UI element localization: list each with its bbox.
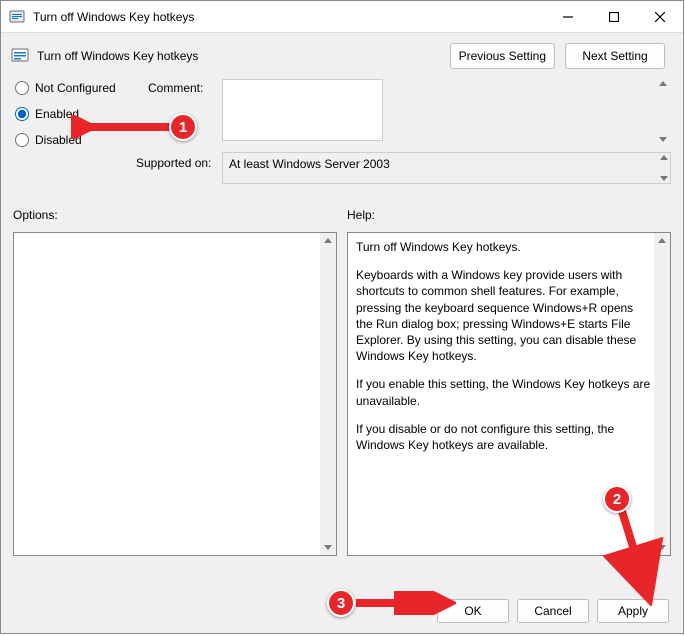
config-area: Not Configured Enabled Disabled Comment:…	[1, 79, 683, 200]
nav-buttons: Previous Setting Next Setting	[450, 43, 665, 69]
ok-button[interactable]: OK	[437, 599, 509, 623]
header-title: Turn off Windows Key hotkeys	[37, 49, 450, 63]
window-title: Turn off Windows Key hotkeys	[33, 10, 545, 24]
radio-enabled-input[interactable]	[15, 107, 29, 121]
help-text-3: If you enable this setting, the Windows …	[356, 376, 652, 408]
next-setting-button[interactable]: Next Setting	[565, 43, 665, 69]
dialog-buttons: OK Cancel Apply	[437, 599, 669, 623]
gpo-dialog: Turn off Windows Key hotkeys Turn off Wi…	[0, 0, 684, 634]
apply-button[interactable]: Apply	[597, 599, 669, 623]
cancel-button[interactable]: Cancel	[517, 599, 589, 623]
minimize-button[interactable]	[545, 2, 591, 32]
radio-enabled[interactable]: Enabled	[13, 107, 148, 121]
options-panel: Options:	[13, 208, 337, 556]
help-text-4: If you disable or do not configure this …	[356, 421, 652, 453]
annotation-badge-2: 2	[603, 485, 631, 513]
options-heading: Options:	[13, 208, 337, 222]
titlebar: Turn off Windows Key hotkeys	[1, 1, 683, 33]
help-text-1: Turn off Windows Key hotkeys.	[356, 239, 652, 255]
supported-row: Supported on: At least Windows Server 20…	[148, 152, 671, 184]
radio-enabled-label: Enabled	[35, 107, 79, 121]
comment-row: Comment:	[148, 79, 671, 144]
radio-not-configured-input[interactable]	[15, 81, 29, 95]
supported-value: At least Windows Server 2003	[229, 157, 390, 171]
help-scrollbar[interactable]	[654, 233, 670, 555]
policy-icon	[9, 9, 25, 25]
state-radio-group: Not Configured Enabled Disabled	[13, 79, 148, 147]
close-button[interactable]	[637, 2, 683, 32]
help-heading: Help:	[347, 208, 671, 222]
radio-disabled[interactable]: Disabled	[13, 133, 148, 147]
previous-setting-button[interactable]: Previous Setting	[450, 43, 555, 69]
header-row: Turn off Windows Key hotkeys Previous Se…	[1, 33, 683, 79]
radio-not-configured[interactable]: Not Configured	[13, 81, 148, 95]
radio-not-configured-label: Not Configured	[35, 81, 116, 95]
annotation-badge-3: 3	[327, 589, 355, 617]
radio-disabled-input[interactable]	[15, 133, 29, 147]
options-box	[13, 232, 337, 556]
options-scrollbar[interactable]	[320, 233, 336, 555]
radio-disabled-label: Disabled	[35, 133, 82, 147]
panels: Options: Help: Turn off Windows Key hotk…	[1, 200, 683, 556]
supported-label: Supported on:	[136, 152, 216, 184]
supported-text: At least Windows Server 2003	[222, 152, 671, 184]
annotation-badge-1: 1	[169, 113, 197, 141]
help-text-2: Keyboards with a Windows key provide use…	[356, 267, 652, 364]
comment-textarea[interactable]	[222, 79, 383, 141]
maximize-button[interactable]	[591, 2, 637, 32]
policy-large-icon	[11, 47, 29, 65]
